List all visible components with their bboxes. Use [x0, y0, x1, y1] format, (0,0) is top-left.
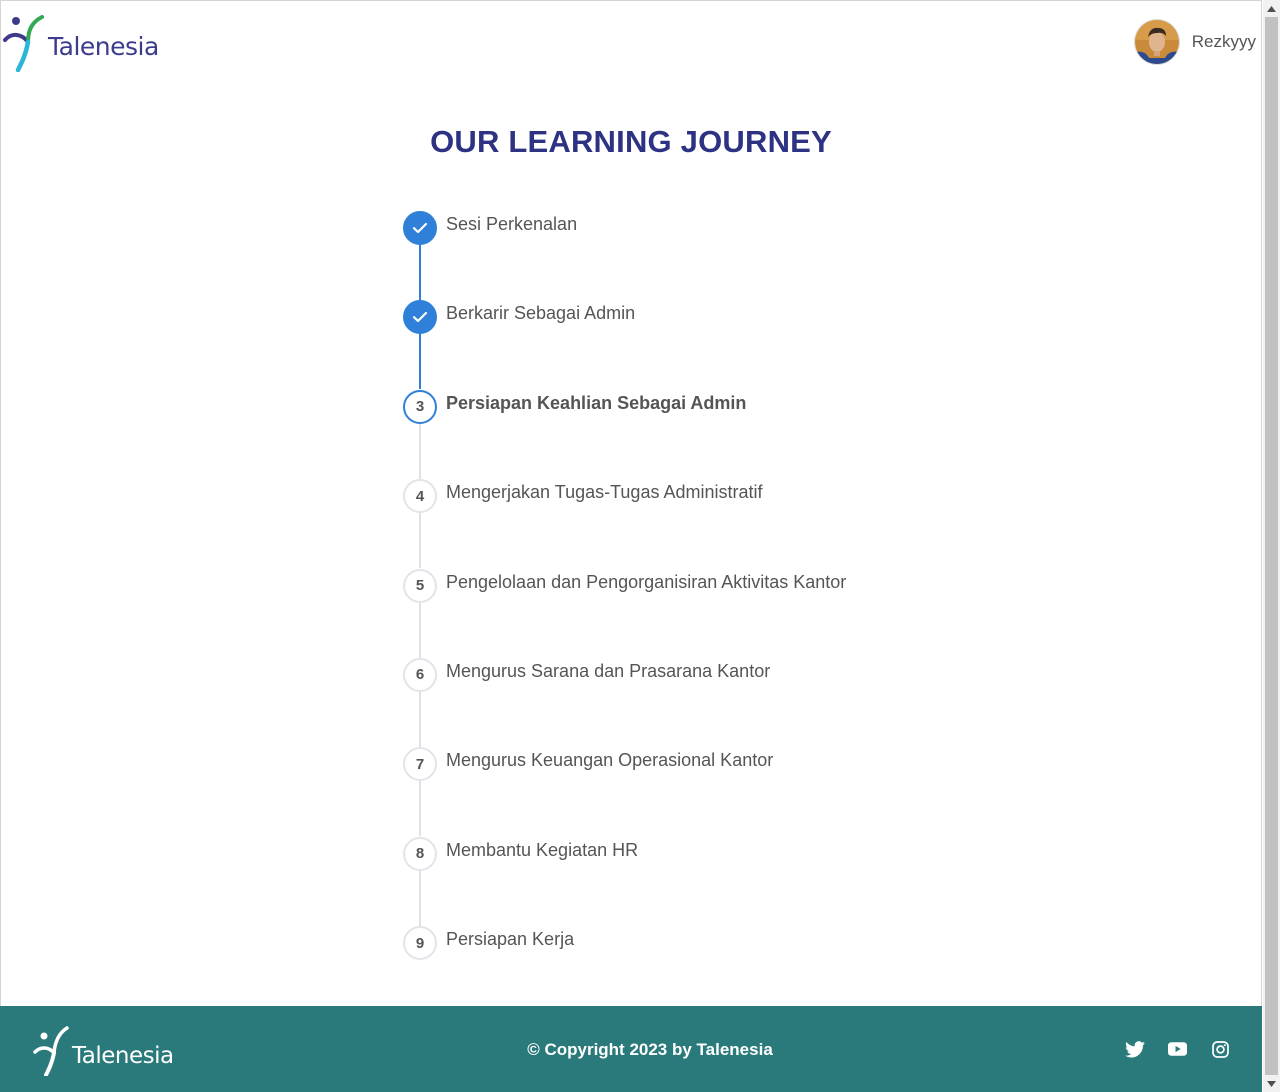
copyright-text: © Copyright 2023 by Talenesia: [527, 1040, 773, 1059]
page-title: OUR LEARNING JOURNEY: [430, 124, 832, 159]
step-label[interactable]: Pengelolaan dan Pengorganisiran Aktivita…: [446, 572, 846, 593]
twitter-icon[interactable]: [1123, 1039, 1146, 1059]
journey-step[interactable]: 5 Pengelolaan dan Pengorganisiran Aktivit…: [403, 568, 1003, 658]
step-connector-line: [419, 245, 421, 300]
step-connector-line: [419, 602, 421, 658]
footer: Talenesia © Copyright 2023 by Talenesia: [0, 1006, 1262, 1092]
journey-step[interactable]: 9 Persiapan Kerja: [403, 926, 1003, 1015]
avatar[interactable]: [1134, 20, 1179, 64]
scroll-down-arrow-icon[interactable]: [1263, 1075, 1280, 1092]
user-name[interactable]: Rezkyyy: [1192, 32, 1256, 52]
step-label[interactable]: Mengurus Sarana dan Prasarana Kantor: [446, 661, 770, 682]
step-label[interactable]: Persiapan Kerja: [446, 929, 574, 950]
social-links: [1123, 1039, 1232, 1059]
journey-step[interactable]: Berkarir Sebagai Admin: [403, 300, 1003, 390]
step-number: 5: [403, 568, 437, 603]
learning-journey-steps: Sesi Perkenalan Berkarir Sebagai Admin 3 Pe…: [403, 211, 1003, 1016]
check-icon: [403, 211, 437, 245]
top-header: Talenesia Rezkyyy: [0, 0, 1262, 90]
youtube-icon[interactable]: [1166, 1039, 1189, 1059]
step-number: 9: [403, 926, 437, 961]
journey-step[interactable]: 8 Membantu Kegiatan HR: [403, 836, 1003, 926]
user-avatar-icon: [1134, 20, 1179, 64]
instagram-icon[interactable]: [1209, 1039, 1232, 1059]
step-label[interactable]: Mengerjakan Tugas-Tugas Administratif: [446, 482, 763, 503]
step-label[interactable]: Sesi Perkenalan: [446, 214, 577, 235]
step-label[interactable]: Mengurus Keuangan Operasional Kantor: [446, 750, 773, 771]
logo-text: Talenesia: [48, 31, 159, 61]
step-number: 6: [403, 657, 437, 692]
journey-step[interactable]: 3 Persiapan Keahlian Sebagai Admin: [403, 389, 1003, 479]
step-connector-line: [419, 423, 421, 479]
step-connector-line: [419, 781, 421, 837]
step-number: 4: [403, 479, 437, 514]
step-label[interactable]: Berkarir Sebagai Admin: [446, 303, 635, 324]
scroll-up-arrow-icon[interactable]: [1263, 0, 1280, 17]
talenesia-logo-icon: [3, 15, 44, 72]
step-connector-line: [419, 334, 421, 390]
step-label[interactable]: Persiapan Keahlian Sebagai Admin: [446, 393, 746, 414]
step-label[interactable]: Membantu Kegiatan HR: [446, 840, 638, 861]
user-menu[interactable]: Rezkyyy: [1134, 20, 1256, 64]
check-icon: [403, 300, 437, 335]
step-number: 7: [403, 747, 437, 782]
scrollbar-thumb[interactable]: [1265, 17, 1278, 1075]
journey-step[interactable]: 6 Mengurus Sarana dan Prasarana Kantor: [403, 657, 1003, 747]
logo[interactable]: Talenesia: [2, 14, 159, 72]
journey-step[interactable]: Sesi Perkenalan: [403, 211, 1003, 300]
step-number: 3: [403, 389, 437, 424]
journey-step[interactable]: 7 Mengurus Keuangan Operasional Kantor: [403, 747, 1003, 837]
step-number: 8: [403, 836, 437, 871]
vertical-scrollbar[interactable]: [1263, 0, 1280, 1092]
step-connector-line: [419, 870, 421, 926]
step-connector-line: [419, 513, 421, 569]
step-connector-line: [419, 691, 421, 747]
journey-step[interactable]: 4 Mengerjakan Tugas-Tugas Administratif: [403, 479, 1003, 569]
